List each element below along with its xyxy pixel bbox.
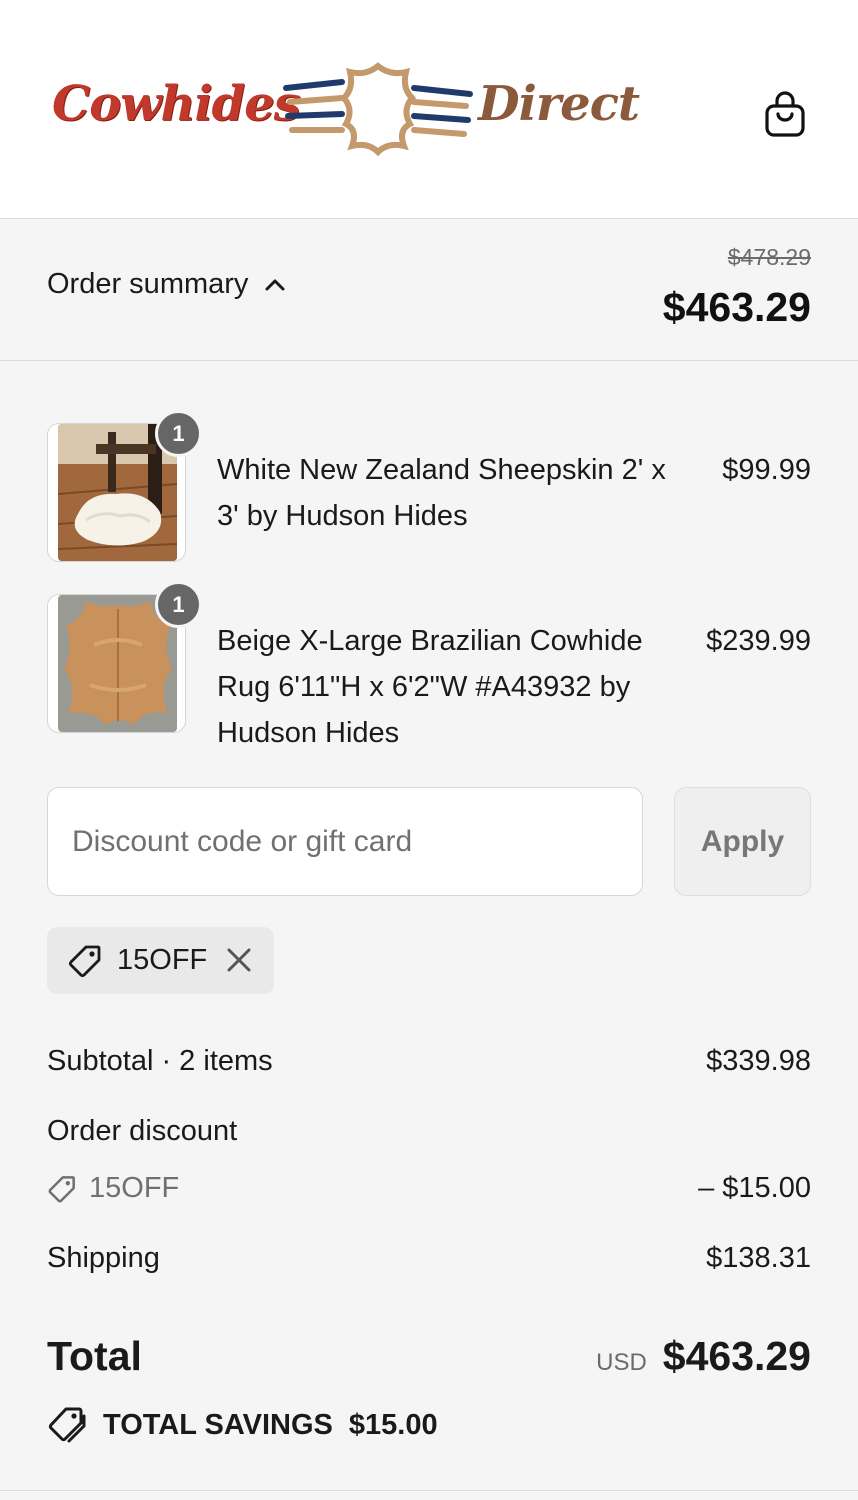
- order-summary-toggle[interactable]: Order summary: [47, 268, 286, 301]
- subtotal-label: Subtotal · 2 items: [47, 1045, 273, 1077]
- tag-icon: [48, 1175, 75, 1202]
- store-logo[interactable]: Cowhides Direct: [52, 58, 640, 158]
- order-summary-label: Order summary: [47, 268, 249, 300]
- tag-icon: [68, 945, 101, 977]
- order-discount-row: Order discount: [47, 1115, 811, 1148]
- quantity-badge: 1: [155, 581, 202, 628]
- summary-price: $463.29: [662, 284, 811, 330]
- product-price: $99.99: [722, 454, 811, 486]
- subtotal-row: Subtotal · 2 items $339.98: [47, 1045, 811, 1078]
- total-amount: USD $463.29: [596, 1333, 811, 1380]
- savings-label: TOTAL SAVINGS: [103, 1408, 333, 1441]
- savings-value: $15.00: [348, 1408, 438, 1441]
- product-price: $239.99: [706, 625, 811, 657]
- shopping-bag-icon: [765, 91, 805, 137]
- leather-hide-logo-icon: [283, 62, 473, 157]
- shipping-value: $138.31: [706, 1242, 811, 1274]
- total-savings: TOTAL SAVINGS $15.00: [47, 1406, 438, 1444]
- order-discount-label: Order discount: [47, 1115, 238, 1147]
- discount-code-row: 15OFF – $15.00: [47, 1172, 811, 1205]
- subtotal-value: $339.98: [706, 1045, 811, 1077]
- line-item: 1 Beige X-Large Brazilian Cowhide Rug 6'…: [47, 581, 811, 749]
- currency-code: USD: [596, 1349, 647, 1376]
- close-icon[interactable]: [224, 945, 254, 975]
- applied-discount-chip: 15OFF: [47, 927, 274, 994]
- total-label: Total: [47, 1333, 142, 1379]
- tags-icon: [48, 1407, 86, 1443]
- divider: [0, 1490, 858, 1491]
- quantity-badge: 1: [155, 410, 202, 457]
- shipping-label: Shipping: [47, 1242, 160, 1274]
- total-value: $463.29: [662, 1333, 811, 1379]
- logo-text-left: Cowhides: [52, 76, 301, 132]
- discount-code-label: 15OFF: [89, 1172, 180, 1204]
- discount-value: – $15.00: [698, 1172, 811, 1204]
- cart-button[interactable]: [760, 88, 810, 140]
- product-thumbnail: 1: [47, 581, 202, 733]
- apply-discount-button[interactable]: Apply: [674, 787, 811, 896]
- product-name: Beige X-Large Brazilian Cowhide Rug 6'11…: [217, 625, 643, 749]
- line-item: 1 White New Zealand Sheepskin 2' x 3' by…: [47, 410, 811, 563]
- original-price: $478.29: [727, 244, 811, 270]
- shipping-row: Shipping $138.31: [47, 1242, 811, 1275]
- chevron-up-icon: [265, 279, 285, 290]
- logo-text-right: Direct: [478, 76, 640, 132]
- site-header: Cowhides Direct: [0, 0, 858, 219]
- applied-discount-code: 15OFF: [117, 944, 208, 976]
- product-name: White New Zealand Sheepskin 2' x 3' by H…: [217, 454, 666, 532]
- discount-code-input[interactable]: [47, 787, 643, 896]
- product-thumbnail: 1: [47, 410, 202, 562]
